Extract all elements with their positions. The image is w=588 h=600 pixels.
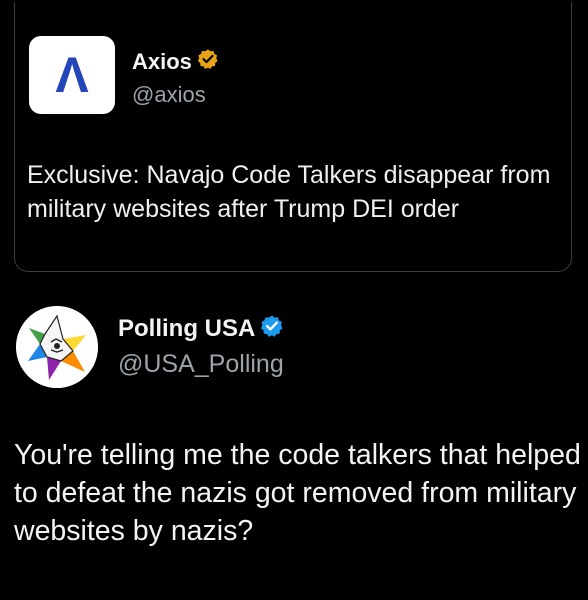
axios-avatar[interactable]: Λ [29,36,115,114]
main-post-text: You're telling me the code talkers that … [14,439,581,547]
quoted-post-text: Exclusive: Navajo Code Talkers disappear… [27,161,551,223]
gold-verified-badge-icon [197,48,219,75]
blue-verified-badge-icon [260,314,284,343]
main-author-row: Polling USA [118,314,284,343]
quoted-author-handle[interactable]: @axios [132,82,206,108]
quoted-post-card[interactable]: Λ Axios @axios Exclusive: Navajo Code Ta… [14,2,572,272]
quoted-author-row: Axios [132,48,219,75]
polling-usa-avatar[interactable] [16,306,98,388]
quoted-author-name[interactable]: Axios [132,49,192,75]
axios-logo-letter: Λ [55,47,89,103]
main-author-handle[interactable]: @USA_Polling [118,350,284,379]
main-author-name[interactable]: Polling USA [118,315,255,343]
polling-usa-star-logo [16,306,98,388]
